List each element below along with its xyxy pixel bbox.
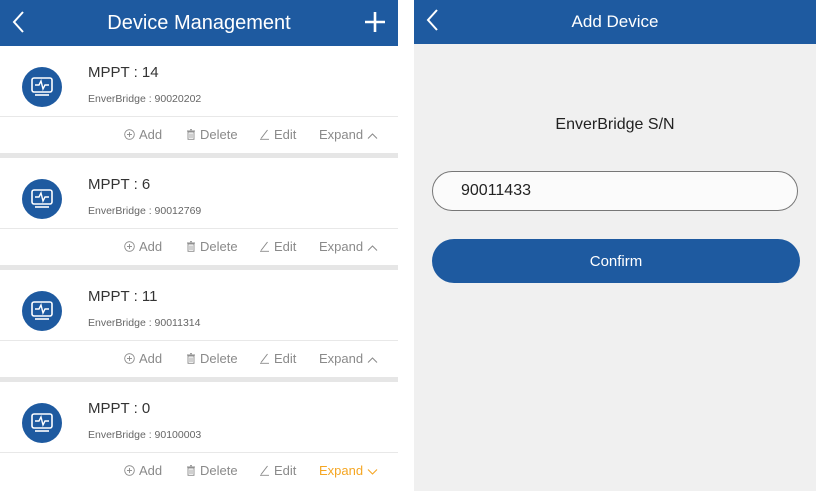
delete-label: Delete xyxy=(200,127,238,142)
device-name: MPPT : 0 xyxy=(88,400,151,417)
edit-label: Edit xyxy=(274,463,297,478)
delete-button[interactable]: Delete xyxy=(186,350,238,368)
delete-button[interactable]: Delete xyxy=(186,462,238,480)
card-separator xyxy=(0,377,398,382)
top-nav-bar: Device Management xyxy=(0,0,398,46)
device-card[interactable]: MPPT : 14 EnverBridge : 90020202 Add Del… xyxy=(0,53,398,158)
edit-label: Edit xyxy=(274,239,297,254)
card-separator xyxy=(0,265,398,270)
device-serial: EnverBridge : 90011314 xyxy=(88,317,201,329)
edit-button[interactable]: Edit xyxy=(259,126,296,144)
page-title: Device Management xyxy=(107,12,291,34)
add-circle-icon xyxy=(124,129,135,140)
action-row: Add Delete Edit Expand xyxy=(0,117,398,153)
edit-label: Edit xyxy=(274,351,297,366)
device-serial: EnverBridge : 90012769 xyxy=(88,205,202,217)
confirm-button[interactable]: Confirm xyxy=(432,239,800,283)
device-name: MPPT : 6 xyxy=(88,176,151,193)
device-serial: EnverBridge : 90020202 xyxy=(88,93,202,105)
add-label: Add xyxy=(139,351,163,366)
expand-label: Expand xyxy=(319,127,364,142)
action-row: Add Delete Edit Expand xyxy=(0,341,398,377)
edit-label: Edit xyxy=(274,127,297,142)
trash-icon xyxy=(187,353,195,364)
delete-button[interactable]: Delete xyxy=(186,238,238,256)
pencil-icon xyxy=(260,465,269,476)
serial-number-input[interactable] xyxy=(432,171,798,211)
expand-button[interactable]: Expand xyxy=(319,462,378,480)
add-circle-icon xyxy=(124,241,135,252)
monitor-icon xyxy=(31,77,53,96)
monitor-icon xyxy=(31,189,53,208)
device-management-screen: Device Management MPPT : 14 EnverBridge … xyxy=(0,0,398,491)
trash-icon xyxy=(187,129,195,140)
device-avatar xyxy=(22,67,62,107)
device-avatar xyxy=(22,179,62,219)
edit-button[interactable]: Edit xyxy=(259,238,296,256)
device-card[interactable]: MPPT : 0 EnverBridge : 90100003 Add Dele… xyxy=(0,389,398,491)
serial-number-label: EnverBridge S/N xyxy=(555,116,675,133)
expand-label: Expand xyxy=(319,463,364,478)
device-avatar xyxy=(22,403,62,443)
add-button[interactable]: Add xyxy=(124,238,162,256)
trash-icon xyxy=(187,241,195,252)
device-serial: EnverBridge : 90100003 xyxy=(88,429,202,441)
expand-button[interactable]: Expand xyxy=(319,238,378,256)
chevron-up-icon xyxy=(367,244,378,251)
add-device-screen: Add Device EnverBridge S/N Confirm xyxy=(414,0,816,491)
add-button[interactable]: Add xyxy=(124,462,162,480)
card-separator xyxy=(0,153,398,158)
plus-icon[interactable] xyxy=(362,9,388,35)
add-label: Add xyxy=(139,463,163,478)
pencil-icon xyxy=(260,129,269,140)
edit-button[interactable]: Edit xyxy=(259,462,296,480)
expand-button[interactable]: Expand xyxy=(319,350,378,368)
add-circle-icon xyxy=(124,465,135,476)
expand-label: Expand xyxy=(319,239,364,254)
delete-label: Delete xyxy=(200,351,238,366)
device-card[interactable]: MPPT : 6 EnverBridge : 90012769 Add Dele… xyxy=(0,165,398,270)
chevron-up-icon xyxy=(367,132,378,139)
device-card[interactable]: MPPT : 11 EnverBridge : 90011314 Add Del… xyxy=(0,277,398,382)
edit-button[interactable]: Edit xyxy=(259,350,296,368)
delete-label: Delete xyxy=(200,239,238,254)
device-avatar xyxy=(22,291,62,331)
expand-button[interactable]: Expand xyxy=(319,126,378,144)
device-name: MPPT : 11 xyxy=(88,288,158,305)
device-name: MPPT : 14 xyxy=(88,64,159,81)
action-row: Add Delete Edit Expand xyxy=(0,453,398,489)
pencil-icon xyxy=(260,353,269,364)
chevron-up-icon xyxy=(367,356,378,363)
add-circle-icon xyxy=(124,353,135,364)
expand-label: Expand xyxy=(319,351,364,366)
add-label: Add xyxy=(139,127,163,142)
delete-button[interactable]: Delete xyxy=(186,126,238,144)
monitor-icon xyxy=(31,413,53,432)
add-button[interactable]: Add xyxy=(124,126,162,144)
pencil-icon xyxy=(260,241,269,252)
page-title: Add Device xyxy=(571,12,659,31)
top-nav-bar: Add Device xyxy=(414,0,816,44)
chevron-down-icon xyxy=(367,468,378,475)
delete-label: Delete xyxy=(200,463,238,478)
monitor-icon xyxy=(31,301,53,320)
add-label: Add xyxy=(139,239,163,254)
add-button[interactable]: Add xyxy=(124,350,162,368)
trash-icon xyxy=(187,465,195,476)
action-row: Add Delete Edit Expand xyxy=(0,229,398,265)
